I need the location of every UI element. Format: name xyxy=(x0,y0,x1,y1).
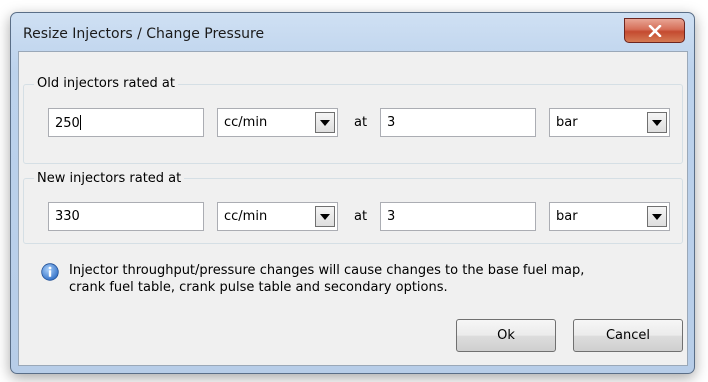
close-button[interactable] xyxy=(624,18,685,43)
ok-button[interactable]: Ok xyxy=(456,319,556,352)
new-flow-value: 330 xyxy=(55,209,80,224)
info-message-line-1: Injector throughput/pressure changes wil… xyxy=(69,263,585,278)
old-flow-unit-select[interactable]: cc/min xyxy=(217,108,338,137)
new-injectors-label: New injectors rated at xyxy=(34,171,185,186)
chevron-down-icon xyxy=(320,213,330,220)
old-flow-input[interactable]: 250 xyxy=(48,108,204,137)
new-flow-unit-value: cc/min xyxy=(224,209,268,224)
new-pressure-value: 3 xyxy=(387,209,396,224)
old-flow-unit-value: cc/min xyxy=(224,115,268,130)
info-message: Injector throughput/pressure changes wil… xyxy=(69,262,669,296)
window-title: Resize Injectors / Change Pressure xyxy=(23,26,265,42)
new-flow-input[interactable]: 330 xyxy=(48,202,204,231)
dropdown-button[interactable] xyxy=(647,112,667,133)
new-pressure-unit-select[interactable]: bar xyxy=(549,202,670,231)
cancel-button[interactable]: Cancel xyxy=(573,319,683,352)
chevron-down-icon xyxy=(652,213,662,220)
new-flow-unit-select[interactable]: cc/min xyxy=(217,202,338,231)
chevron-down-icon xyxy=(652,119,662,126)
old-injectors-label: Old injectors rated at xyxy=(34,76,178,91)
dropdown-button[interactable] xyxy=(647,206,667,227)
info-message-line-2: crank fuel table, crank pulse table and … xyxy=(69,280,448,295)
old-pressure-value: 3 xyxy=(387,115,396,130)
close-x-icon xyxy=(648,24,661,37)
text-caret xyxy=(79,115,81,130)
new-at-label: at xyxy=(354,209,368,224)
new-pressure-unit-value: bar xyxy=(556,209,578,224)
new-pressure-input[interactable]: 3 xyxy=(380,202,536,231)
old-flow-value: 250 xyxy=(55,116,80,131)
old-pressure-unit-select[interactable]: bar xyxy=(549,108,670,137)
info-icon xyxy=(41,263,59,281)
dropdown-button[interactable] xyxy=(315,206,335,227)
old-pressure-unit-value: bar xyxy=(556,115,578,130)
old-at-label: at xyxy=(354,115,368,130)
chevron-down-icon xyxy=(320,119,330,126)
old-pressure-input[interactable]: 3 xyxy=(380,108,536,137)
dropdown-button[interactable] xyxy=(315,112,335,133)
